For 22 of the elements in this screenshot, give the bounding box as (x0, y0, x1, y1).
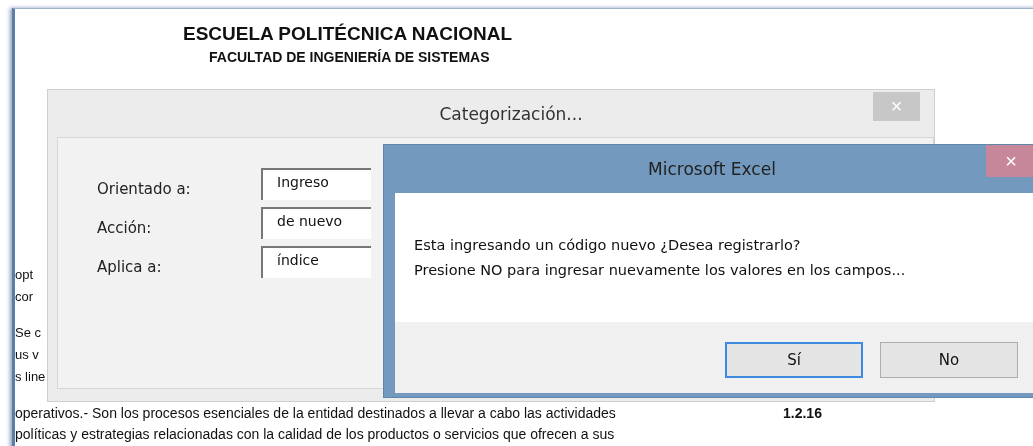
message-text: Presione NO para ingresar nuevamente los valores en los campos... (414, 261, 907, 280)
dialog-button[interactable]: No (880, 342, 1018, 378)
dialog-title: Microsoft Excel (648, 159, 776, 179)
document-text: Se c (15, 324, 42, 342)
input-field[interactable]: Ingreso (261, 168, 371, 200)
field-label: Orientado a: (96, 180, 192, 198)
section-number: 1.2.16 (783, 405, 822, 421)
input-field[interactable]: índice (261, 246, 371, 278)
message-text: Esta ingresando un código nuevo ¿Desea registrarlo? (414, 236, 802, 255)
document-text: opt (15, 266, 35, 284)
document-text: operativos.- Son los procesos esenciales de la entidad destinados a llevar a cabo las actividades (15, 404, 617, 423)
document-subtitle: FACULTAD DE INGENIERÍA DE SISTEMAS (209, 49, 490, 65)
field-label: Aplica a: (96, 258, 163, 276)
field-label: Acción: (96, 219, 153, 237)
dialog-title: Categorización... (439, 103, 583, 124)
input-field[interactable]: de nuevo (261, 207, 371, 239)
document-text: us v (15, 346, 40, 364)
document-text: cor (15, 288, 35, 306)
document-text: políticas y estrategias relacionadas con la calidad de los productos o servicios que ofrecen a sus (15, 425, 616, 444)
document-text: s line (15, 368, 46, 386)
document-title: ESCUELA POLITÉCNICA NACIONAL (183, 23, 512, 45)
dialog-button[interactable]: Sí (725, 342, 863, 378)
